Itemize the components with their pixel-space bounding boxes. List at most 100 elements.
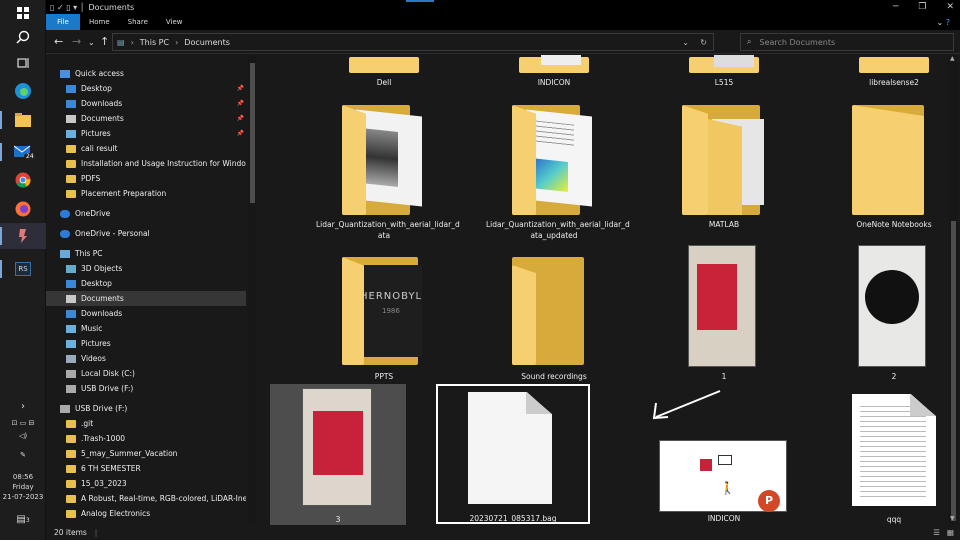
notification-icon: ▤ <box>16 514 26 525</box>
window-title: Documents <box>88 2 135 12</box>
nav-item[interactable]: This PC <box>46 246 246 261</box>
nav-item[interactable]: Quick access <box>46 66 246 81</box>
nav-item-label: Quick access <box>75 69 124 78</box>
tab-home[interactable]: Home <box>80 14 119 30</box>
nav-item[interactable]: .Trash-1000 <box>46 431 246 446</box>
nav-item[interactable]: A Robust, Real-time, RGB-colored, LiDAR-… <box>46 491 246 506</box>
folder-front <box>512 105 536 215</box>
file-item-ppts[interactable]: HERNOBYL 1986 PPTS <box>316 253 452 401</box>
picture-icon <box>66 339 76 348</box>
edge-taskbar-button[interactable] <box>0 78 46 104</box>
content-scrollbar[interactable]: ▲ ▼ <box>948 55 958 525</box>
maximize-button[interactable]: ❐ <box>918 2 926 12</box>
up-button[interactable]: ↑ <box>100 35 109 48</box>
nav-item[interactable]: Music <box>46 321 246 336</box>
folder-icon <box>66 174 76 183</box>
nav-item[interactable]: OneDrive - Personal <box>46 226 246 241</box>
file-explorer-taskbar-button[interactable] <box>0 107 46 133</box>
realsense-taskbar-button[interactable]: RS <box>0 256 46 282</box>
pen-icon[interactable]: ✎ <box>0 450 46 460</box>
app-taskbar-button[interactable] <box>0 223 46 249</box>
search-taskbar-button[interactable] <box>0 24 46 50</box>
refresh-icon[interactable]: ↻ <box>700 38 707 47</box>
address-bar[interactable]: ▤ › This PC › Documents ⌄ ↻ <box>112 33 714 51</box>
file-label: 1 <box>721 372 727 381</box>
file-item-matlab[interactable]: MATLAB <box>656 99 792 247</box>
nav-item[interactable]: OneDrive <box>46 206 246 221</box>
task-view-button[interactable] <box>0 50 46 76</box>
notification-button[interactable]: ▤3 <box>0 515 46 526</box>
large-icons-view-icon[interactable]: ▦ <box>947 528 954 537</box>
scroll-down-icon[interactable]: ▼ <box>950 515 955 522</box>
file-item-indicon-pptx[interactable]: 🚶 P INDICON <box>656 430 792 524</box>
nav-item[interactable]: .git <box>46 416 246 431</box>
pin-icon[interactable]: 📌 <box>237 130 244 137</box>
breadcrumb-documents[interactable]: Documents <box>184 38 230 47</box>
chrome-taskbar-button[interactable] <box>0 167 46 193</box>
volume-icon[interactable]: ◁) <box>0 431 46 441</box>
nav-item[interactable]: Documents <box>46 291 246 306</box>
expand-ribbon-icon[interactable]: ⌄ ? <box>937 18 951 27</box>
tray-chevron-icon[interactable]: › <box>0 402 46 412</box>
file-item-lidar-quantization[interactable]: Lidar_Quantization_with_aerial_lidar_d a… <box>316 99 460 247</box>
explorer-title-icons: ▯ ✓ ▯ ▾ │ <box>50 2 85 12</box>
search-box[interactable]: ⌕ Search Documents <box>740 33 954 51</box>
nav-item[interactable]: cali result <box>46 141 246 156</box>
content-scrollbar-thumb[interactable] <box>951 221 956 521</box>
nav-item[interactable]: Installation and Usage Instruction for W… <box>46 156 246 171</box>
file-item-3[interactable]: 3 <box>270 384 406 525</box>
file-item-2[interactable]: 2 <box>826 245 946 401</box>
nav-item[interactable]: Local Disk (C:) <box>46 366 246 381</box>
nav-item[interactable]: Pictures <box>46 336 246 351</box>
clock-time[interactable]: 08:56 <box>0 472 46 482</box>
nav-item[interactable]: Analog Electronics <box>46 506 246 521</box>
close-button[interactable]: ✕ <box>946 2 954 12</box>
nav-item[interactable]: Downloads <box>46 306 246 321</box>
title-bar[interactable]: ▯ ✓ ▯ ▾ │ Documents ─ ❐ ✕ <box>46 0 960 14</box>
nav-item[interactable]: PDFS <box>46 171 246 186</box>
tab-view[interactable]: View <box>157 14 192 30</box>
nav-item[interactable]: USB Drive (F:) <box>46 381 246 396</box>
firefox-taskbar-button[interactable] <box>0 196 46 222</box>
minimize-button[interactable]: ─ <box>893 2 898 12</box>
nav-item[interactable]: USB Drive (F:) <box>46 401 246 416</box>
mail-taskbar-button[interactable]: 24 <box>0 139 46 165</box>
details-view-icon[interactable]: ☰ <box>933 528 940 537</box>
file-item-1[interactable]: 1 <box>656 245 792 401</box>
file-item-qqq[interactable]: qqq <box>826 384 946 525</box>
tray-icons[interactable]: ⊡ ▭ ⊟ <box>0 418 46 428</box>
nav-scrollbar-thumb[interactable] <box>250 63 255 203</box>
nav-item[interactable]: Desktop <box>46 276 246 291</box>
nav-item[interactable]: Placement Preparation <box>46 186 246 201</box>
pin-icon[interactable]: 📌 <box>237 100 244 107</box>
breadcrumb-this-pc[interactable]: This PC <box>140 38 169 47</box>
nav-item[interactable]: 15_03_2023 <box>46 476 246 491</box>
chart-thumb <box>534 158 568 192</box>
file-item-sound-recordings[interactable]: Sound recordings <box>486 253 622 401</box>
nav-item[interactable]: Downloads 📌 <box>46 96 246 111</box>
file-label: qqq <box>886 515 902 524</box>
nav-item[interactable]: Videos <box>46 351 246 366</box>
red-board-thumb <box>697 264 737 330</box>
file-item-onenote-notebooks[interactable]: OneNote Notebooks <box>826 99 946 247</box>
start-button[interactable] <box>0 0 46 26</box>
file-item-bag[interactable]: 20230721_085317.bag <box>436 384 590 524</box>
laptop-thumb <box>718 455 732 465</box>
pin-icon[interactable]: 📌 <box>237 85 244 92</box>
nav-item[interactable]: Pictures 📌 <box>46 126 246 141</box>
recent-locations-button[interactable]: ⌄ <box>88 38 95 47</box>
nav-item[interactable]: 6 TH SEMESTER <box>46 461 246 476</box>
nav-item[interactable]: 5_may_Summer_Vacation <box>46 446 246 461</box>
file-item-lidar-quantization-updated[interactable]: Lidar_Quantization_with_aerial_lidar_d a… <box>486 99 630 247</box>
nav-item[interactable]: 3D Objects <box>46 261 246 276</box>
pin-icon[interactable]: 📌 <box>237 115 244 122</box>
nav-item[interactable]: Desktop 📌 <box>46 81 246 96</box>
nav-item[interactable]: Documents 📌 <box>46 111 246 126</box>
scroll-up-icon[interactable]: ▲ <box>950 55 955 62</box>
back-button[interactable]: ← <box>54 35 63 48</box>
nav-scrollbar[interactable] <box>248 55 256 525</box>
tab-file[interactable]: File <box>46 14 80 30</box>
forward-button[interactable]: → <box>72 35 81 48</box>
address-dropdown-icon[interactable]: ⌄ <box>682 38 689 47</box>
tab-share[interactable]: Share <box>119 14 157 30</box>
